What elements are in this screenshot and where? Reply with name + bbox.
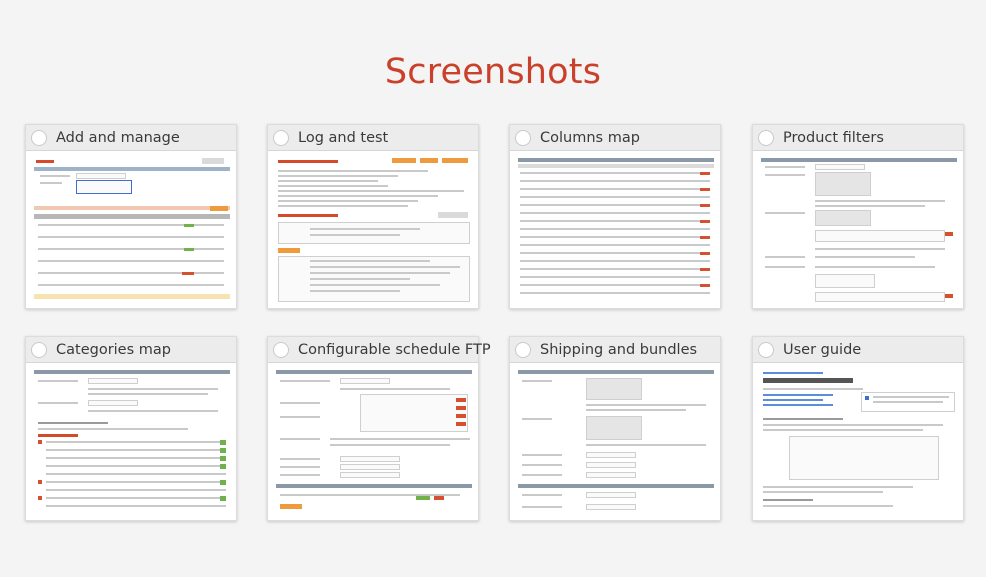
radio-circle-icon[interactable] <box>515 129 531 146</box>
card-header: User guide <box>753 337 963 363</box>
card-title: Add and manage <box>56 129 180 146</box>
screenshot-card-shipping-and-bundles[interactable]: Shipping and bundles <box>509 336 721 521</box>
radio-circle-icon[interactable] <box>515 341 531 358</box>
screenshot-card-product-filters[interactable]: Product filters <box>752 124 964 309</box>
screenshot-card-user-guide[interactable]: User guide <box>752 336 964 521</box>
screenshot-thumbnail[interactable] <box>759 156 957 302</box>
card-title: Product filters <box>783 129 884 146</box>
card-header: Categories map <box>26 337 236 363</box>
card-header: Product filters <box>753 125 963 151</box>
card-title: Shipping and bundles <box>540 341 698 358</box>
screenshot-thumbnail[interactable] <box>759 368 957 514</box>
screenshot-card-add-and-manage[interactable]: Add and manage <box>25 124 237 309</box>
screenshot-card-categories-map[interactable]: Categories map <box>25 336 237 521</box>
card-title: Log and test <box>298 129 389 146</box>
radio-circle-icon[interactable] <box>273 129 289 146</box>
card-title: User guide <box>783 341 862 358</box>
card-title: Columns map <box>540 129 640 146</box>
card-title: Configurable schedule FTP <box>298 341 491 358</box>
page-title: Screenshots <box>384 52 602 92</box>
screenshot-thumbnail[interactable] <box>32 156 230 302</box>
card-header: Log and test <box>268 125 478 151</box>
screenshot-thumbnail[interactable] <box>274 368 472 514</box>
radio-circle-icon[interactable] <box>31 129 47 146</box>
card-header: Add and manage <box>26 125 236 151</box>
radio-circle-icon[interactable] <box>31 341 47 358</box>
screenshot-thumbnail[interactable] <box>274 156 472 302</box>
radio-circle-icon[interactable] <box>758 129 774 146</box>
card-header: Shipping and bundles <box>510 337 720 363</box>
screenshot-card-log-and-test[interactable]: Log and test <box>267 124 479 309</box>
card-header: Columns map <box>510 125 720 151</box>
screenshot-thumbnail[interactable] <box>516 156 714 302</box>
screenshot-thumbnail[interactable] <box>32 368 230 514</box>
screenshot-card-configurable-schedule-ftp[interactable]: Configurable schedule FTP <box>267 336 491 521</box>
card-header: Configurable schedule FTP <box>268 337 491 363</box>
card-title: Categories map <box>56 341 171 358</box>
screenshot-thumbnail[interactable] <box>516 368 714 514</box>
radio-circle-icon[interactable] <box>273 341 289 358</box>
screenshot-card-columns-map[interactable]: Columns map <box>509 124 721 309</box>
radio-circle-icon[interactable] <box>758 341 774 358</box>
